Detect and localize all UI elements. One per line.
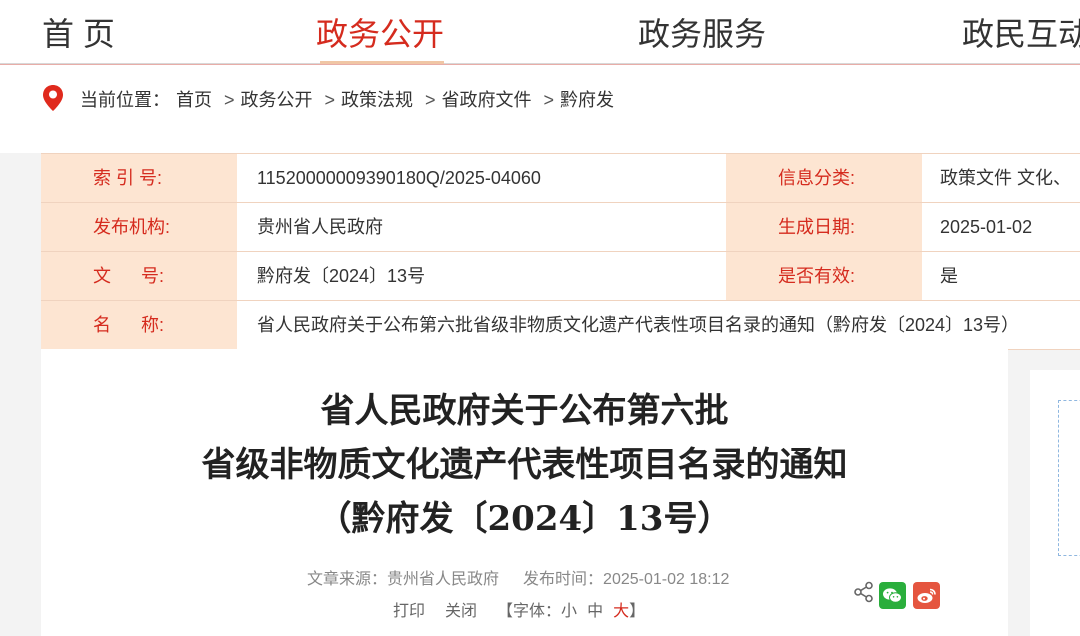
category-label: 信息分类: bbox=[726, 154, 922, 202]
index-number-label: 索 引 号: bbox=[41, 154, 237, 202]
document-number-label: 文 号: bbox=[41, 252, 237, 300]
print-button[interactable]: 打印 bbox=[393, 603, 425, 620]
info-row-name: 名 称: 省人民政府关于公布第六批省级非物质文化遗产代表性项目名录的通知（黔府发… bbox=[41, 301, 1080, 350]
breadcrumb-separator: > bbox=[425, 90, 436, 110]
document-info-table: 索 引 号: 11520000009390180Q/2025-04060 信息分… bbox=[41, 153, 1080, 350]
right-sidebar bbox=[1030, 370, 1080, 636]
document-name-value: 省人民政府关于公布第六批省级非物质文化遗产代表性项目名录的通知（黔府发〔2024… bbox=[237, 301, 1080, 349]
publish-time-label: 发布时间： bbox=[523, 571, 604, 588]
info-row-index: 索 引 号: 11520000009390180Q/2025-04060 信息分… bbox=[41, 154, 1080, 203]
nav-item-home[interactable]: 首 页 bbox=[42, 12, 115, 56]
category-value: 政策文件 文化、 bbox=[922, 154, 1080, 202]
font-size-suffix: 】 bbox=[629, 603, 646, 620]
publish-time-value: 2025-01-02 18:12 bbox=[603, 571, 730, 588]
weibo-icon bbox=[917, 588, 936, 603]
location-pin-icon bbox=[43, 85, 63, 111]
wechat-icon bbox=[883, 588, 902, 603]
sidebar-box bbox=[1058, 400, 1080, 556]
breadcrumb-separator: > bbox=[324, 90, 336, 110]
article-panel: 省人民政府关于公布第六批 省级非物质文化遗产代表性项目名录的通知 （黔府发〔20… bbox=[41, 349, 1008, 636]
top-navigation: 首 页 政务公开 政务服务 政民互动 bbox=[0, 0, 1080, 64]
breadcrumb-separator: > bbox=[543, 90, 555, 110]
index-number-value: 11520000009390180Q/2025-04060 bbox=[237, 154, 726, 202]
breadcrumb-item-government-affairs[interactable]: 政务公开 bbox=[241, 90, 313, 110]
breadcrumb-item-home[interactable]: 首页 bbox=[176, 90, 212, 110]
article-title-line-1: 省人民政府关于公布第六批 bbox=[320, 391, 729, 431]
breadcrumb-item-provincial-documents[interactable]: 省政府文件 bbox=[442, 90, 532, 110]
breadcrumb-separator: > bbox=[224, 90, 235, 110]
font-size-medium-button[interactable]: 中 bbox=[587, 603, 603, 620]
article-title-line-2: 省级非物质文化遗产代表性项目名录的通知 bbox=[201, 445, 848, 485]
generated-date-value: 2025-01-02 bbox=[922, 203, 1080, 251]
nav-item-government-services[interactable]: 政务服务 bbox=[638, 12, 766, 56]
validity-label: 是否有效: bbox=[726, 252, 922, 300]
info-row-issuer: 发布机构: 贵州省人民政府 生成日期: 2025-01-02 bbox=[41, 203, 1080, 252]
close-button[interactable]: 关闭 bbox=[445, 603, 477, 620]
source-value: 贵州省人民政府 bbox=[387, 571, 500, 588]
breadcrumb: 当前位置： 首页 > 政务公开 > 政策法规 > 省政府文件 > 黔府发 bbox=[80, 86, 620, 112]
breadcrumb-prefix: 当前位置： bbox=[80, 90, 170, 110]
validity-value: 是 bbox=[922, 252, 1080, 300]
wechat-share-button[interactable] bbox=[879, 582, 906, 609]
font-size-large-button[interactable]: 大 bbox=[613, 603, 629, 620]
document-number-value: 黔府发〔2024〕13号 bbox=[237, 252, 726, 300]
breadcrumb-item-policies[interactable]: 政策法规 bbox=[341, 90, 413, 110]
article-meta: 文章来源：贵州省人民政府 发布时间：2025-01-02 18:12 bbox=[307, 565, 729, 589]
info-row-document-number: 文 号: 黔府发〔2024〕13号 是否有效: 是 bbox=[41, 252, 1080, 301]
page: 首 页 政务公开 政务服务 政民互动 当前位置： 首页 > 政务公开 > 政策法规 > 省政府… bbox=[0, 0, 1080, 636]
breadcrumb-item-qianfufa[interactable]: 黔府发 bbox=[560, 90, 614, 110]
issuer-value: 贵州省人民政府 bbox=[237, 203, 726, 251]
nav-item-government-affairs[interactable]: 政务公开 bbox=[316, 12, 444, 56]
article-title-line-3: （黔府发〔2024〕13号） bbox=[317, 499, 732, 539]
document-name-label: 名 称: bbox=[41, 301, 237, 349]
font-size-prefix: 【字体： bbox=[497, 603, 562, 620]
article-tools: 打印 关闭 【字体：小中大】 bbox=[393, 597, 645, 621]
source-label: 文章来源： bbox=[307, 571, 388, 588]
generated-date-label: 生成日期: bbox=[726, 203, 922, 251]
weibo-share-button[interactable] bbox=[913, 582, 940, 609]
font-size-small-button[interactable]: 小 bbox=[561, 603, 577, 620]
issuer-label: 发布机构: bbox=[41, 203, 237, 251]
share-icon[interactable] bbox=[853, 581, 875, 603]
nav-item-public-interaction[interactable]: 政民互动 bbox=[962, 12, 1080, 56]
